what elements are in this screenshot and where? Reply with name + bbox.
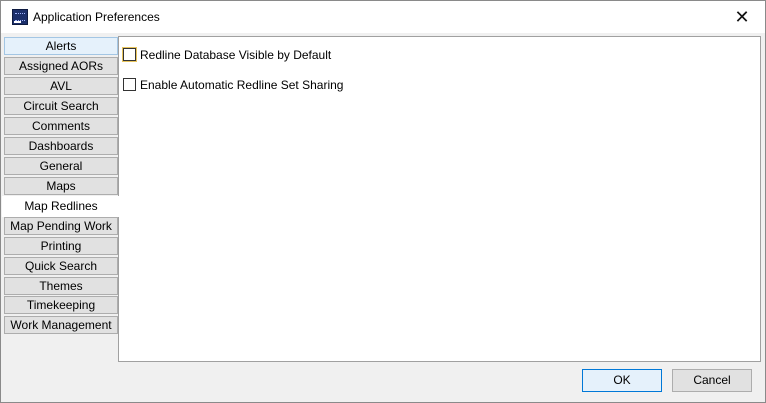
ok-button[interactable]: OK — [582, 369, 662, 392]
tab-assigned-aors[interactable]: Assigned AORs — [4, 57, 118, 75]
redline-database-visible-checkbox[interactable] — [122, 47, 137, 62]
tab-avl[interactable]: AVL — [4, 77, 118, 95]
tab-quick-search[interactable]: Quick Search — [4, 257, 118, 275]
app-icon — [12, 9, 28, 25]
tab-dashboards[interactable]: Dashboards — [4, 137, 118, 155]
tab-circuit-search[interactable]: Circuit Search — [4, 97, 118, 115]
tab-comments[interactable]: Comments — [4, 117, 118, 135]
tab-maps[interactable]: Maps — [4, 177, 118, 195]
tab-general[interactable]: General — [4, 157, 118, 175]
close-button[interactable]: ✕ — [719, 1, 765, 33]
preferences-dialog: Application Preferences ✕ Alerts Assigne… — [0, 0, 766, 403]
automatic-redline-sharing-checkbox[interactable] — [123, 78, 136, 91]
redline-database-visible-label[interactable]: Redline Database Visible by Default — [140, 47, 331, 63]
tab-printing[interactable]: Printing — [4, 237, 118, 255]
map-redlines-panel: Redline Database Visible by Default Enab… — [118, 36, 761, 362]
automatic-redline-sharing-label[interactable]: Enable Automatic Redline Set Sharing — [140, 77, 343, 93]
cancel-button[interactable]: Cancel — [672, 369, 752, 392]
tab-themes[interactable]: Themes — [4, 277, 118, 295]
tab-map-pending-work[interactable]: Map Pending Work — [4, 217, 118, 235]
tab-alerts[interactable]: Alerts — [4, 37, 118, 55]
close-icon: ✕ — [734, 7, 750, 27]
title-bar[interactable]: Application Preferences ✕ — [1, 1, 765, 33]
window-title: Application Preferences — [33, 10, 160, 24]
tab-work-management[interactable]: Work Management — [4, 316, 118, 334]
tab-map-redlines[interactable]: Map Redlines — [2, 196, 120, 217]
tab-timekeeping[interactable]: Timekeeping — [4, 296, 118, 314]
